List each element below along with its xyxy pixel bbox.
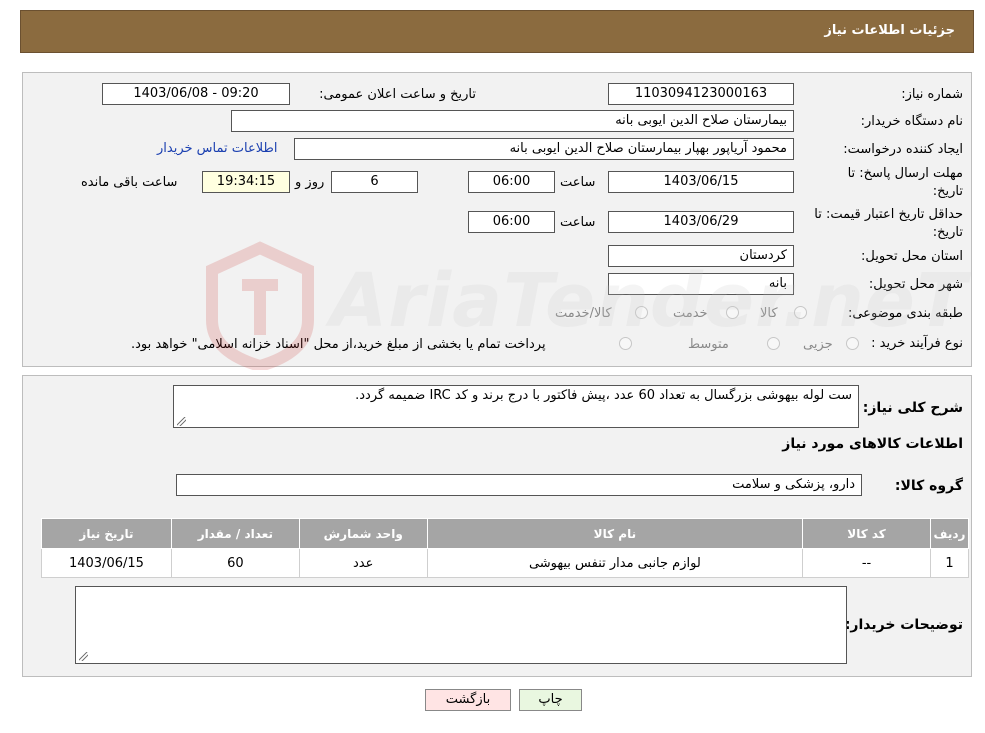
- reply-time-label: ساعت: [560, 175, 596, 190]
- cell-quantity: 60: [170, 548, 300, 578]
- goods-table: تاریخ نیاز تعداد / مقدار واحد شمارش نام …: [41, 518, 970, 578]
- process-medium-radio[interactable]: [767, 337, 780, 350]
- reply-time-field: 06:00: [468, 171, 555, 193]
- page-header: جزئیات اطلاعات نیاز: [20, 10, 974, 53]
- city-label: شهر محل تحویل:: [868, 277, 963, 292]
- buyer-notes-field: [75, 586, 847, 664]
- cell-date: 1403/06/15: [41, 548, 172, 578]
- print-button[interactable]: چاپ: [519, 689, 582, 711]
- process-type-label: نوع فرآیند خرید :: [871, 336, 963, 351]
- validity-label-2: تاریخ:: [932, 225, 963, 240]
- description-resize-handle[interactable]: [177, 417, 186, 426]
- goods-group-label: گروه کالا:: [894, 478, 963, 494]
- header-unit: واحد شمارش: [298, 518, 428, 549]
- back-button[interactable]: بازگشت: [425, 689, 511, 711]
- province-label: استان محل تحویل:: [861, 249, 963, 264]
- header-date: تاریخ نیاز: [41, 518, 172, 549]
- treasury-bonds-radio[interactable]: [619, 337, 632, 350]
- category-goods-radio[interactable]: [794, 306, 807, 319]
- header-quantity: تعداد / مقدار: [170, 518, 300, 549]
- category-goods-service-label: کالا/خدمت: [555, 306, 612, 321]
- buyer-notes-label: توضیحات خریدار:: [844, 617, 963, 633]
- category-goods-label: کالا: [760, 306, 778, 321]
- items-heading: اطلاعات کالاهای مورد نیاز: [782, 436, 963, 452]
- process-minor-radio[interactable]: [846, 337, 859, 350]
- creator-field: محمود آریاپور بهپار بیمارستان صلاح الدین…: [294, 138, 794, 160]
- need-number-field: 1103094123000163: [608, 83, 794, 105]
- goods-group-field: دارو، پزشکی و سلامت: [176, 474, 862, 496]
- need-info-panel: شماره نیاز: 1103094123000163 تاریخ و ساع…: [22, 72, 972, 367]
- buyer-notes-resize-handle[interactable]: [79, 652, 88, 661]
- buyer-contact-link[interactable]: اطلاعات تماس خریدار: [157, 141, 277, 156]
- process-medium-label: متوسط: [688, 337, 729, 352]
- days-label: روز و: [295, 175, 325, 190]
- category-goods-service-radio[interactable]: [635, 306, 648, 319]
- validity-label: حداقل تاریخ اعتبار قیمت: تا: [814, 207, 963, 222]
- header-row: ردیف: [929, 518, 970, 549]
- category-service-label: خدمت: [673, 306, 708, 321]
- header-item-name: نام کالا: [426, 518, 804, 549]
- validity-time-label: ساعت: [560, 215, 596, 230]
- reply-date-field: 1403/06/15: [608, 171, 794, 193]
- announce-label: تاریخ و ساعت اعلان عمومی:: [319, 87, 476, 102]
- category-label: طبقه بندی موضوعی:: [847, 306, 963, 321]
- page-title: جزئیات اطلاعات نیاز: [824, 23, 955, 38]
- validity-date-field: 1403/06/29: [608, 211, 794, 233]
- province-field: کردستان: [608, 245, 794, 267]
- buyer-org-label: نام دستگاه خریدار:: [860, 114, 963, 129]
- validity-time-field: 06:00: [468, 211, 555, 233]
- remaining-time-field: 19:34:15: [202, 171, 290, 193]
- creator-label: ایجاد کننده درخواست:: [843, 142, 963, 157]
- remaining-time-label: ساعت باقی مانده: [81, 175, 178, 190]
- cell-row-number: 1: [929, 548, 970, 578]
- description-field: ست لوله بیهوشی بزرگسال به تعداد 60 عدد ،…: [173, 385, 859, 428]
- need-details-panel: شرح کلی نیاز: ست لوله بیهوشی بزرگسال به …: [22, 375, 972, 677]
- announce-datetime-field: 1403/06/08 - 09:20: [102, 83, 290, 105]
- process-minor-label: جزیی: [803, 337, 833, 352]
- table-row: 1403/06/15 60 عدد لوازم جانبی مدار تنفس …: [41, 548, 970, 578]
- category-service-radio[interactable]: [726, 306, 739, 319]
- cell-item-name: لوازم جانبی مدار تنفس بیهوشی: [426, 548, 804, 578]
- cell-unit: عدد: [298, 548, 428, 578]
- treasury-bonds-note: پرداخت تمام یا بخشی از مبلغ خرید،از محل …: [131, 337, 546, 352]
- header-item-code: کد کالا: [802, 518, 931, 549]
- reply-deadline-label: مهلت ارسال پاسخ: تا: [847, 166, 963, 181]
- buyer-org-field: بیمارستان صلاح الدین ایوبی بانه: [231, 110, 794, 132]
- goods-table-header: تاریخ نیاز تعداد / مقدار واحد شمارش نام …: [41, 518, 970, 549]
- need-number-label: شماره نیاز:: [901, 87, 963, 102]
- cell-item-code: --: [802, 548, 931, 578]
- days-remaining-field: 6: [331, 171, 418, 193]
- reply-deadline-label-2: تاریخ:: [932, 184, 963, 199]
- description-label: شرح کلی نیاز:: [862, 400, 963, 416]
- city-field: بانه: [608, 273, 794, 295]
